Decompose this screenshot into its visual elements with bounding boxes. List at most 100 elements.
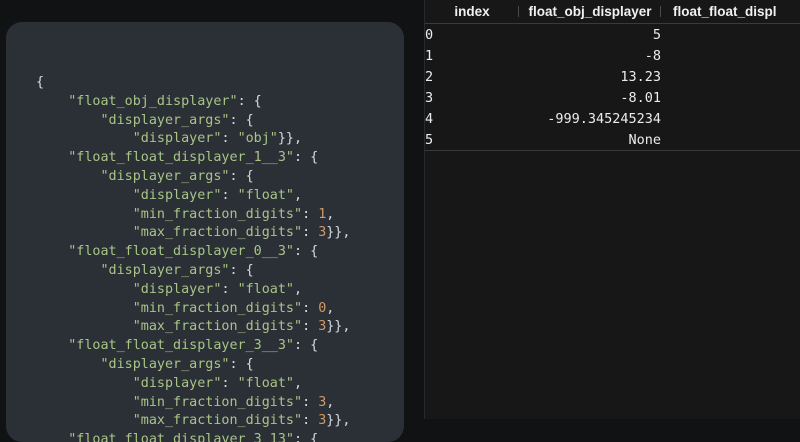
code-punct bbox=[36, 301, 133, 316]
code-string: "float" bbox=[237, 281, 294, 297]
code-line: "displayer_args": { bbox=[36, 357, 254, 372]
code-punct: , bbox=[294, 187, 303, 203]
code-punct bbox=[36, 94, 68, 109]
code-line: "min_fraction_digits": 0, bbox=[36, 300, 335, 316]
code-line: "max_fraction_digits": 3}}, bbox=[36, 225, 351, 241]
code-string: "max_fraction_digits" bbox=[132, 413, 303, 429]
code-punct: : bbox=[302, 413, 319, 429]
code-line: "float_float_displayer_1__3": { bbox=[36, 150, 318, 165]
code-punct: : bbox=[221, 281, 238, 297]
code-string: "float_float_displayer_3__3" bbox=[68, 338, 294, 354]
table-row[interactable]: 3 -8.01 bbox=[425, 87, 800, 108]
index-cell: 2 bbox=[425, 68, 434, 85]
float-obj-displayer-cell: -8.01 bbox=[620, 89, 661, 106]
code-string: "min_fraction_digits" bbox=[132, 394, 303, 410]
code-punct: }}, bbox=[326, 319, 351, 335]
code-string: "displayer" bbox=[132, 131, 222, 147]
code-line: "displayer_args": { bbox=[36, 169, 254, 184]
code-punct bbox=[36, 432, 68, 442]
code-line: "float_float_displayer_3_13": { bbox=[36, 432, 318, 442]
float-obj-displayer-cell: -999.345245234 bbox=[547, 110, 661, 127]
float-float-displayer-cell bbox=[661, 45, 800, 66]
index-cell: 4 bbox=[425, 110, 434, 127]
code-string: "float_float_displayer_3_13" bbox=[68, 432, 294, 442]
code-string: "float_float_displayer_1__3" bbox=[68, 150, 294, 166]
json-code-block: { "float_obj_displayer": { "displayer_ar… bbox=[36, 74, 350, 442]
code-punct bbox=[36, 376, 133, 391]
code-punct: : { bbox=[293, 432, 319, 442]
code-punct: : { bbox=[229, 262, 254, 278]
code-line: "displayer_args": { bbox=[36, 263, 254, 278]
float-obj-displayer-cell: None bbox=[519, 129, 661, 151]
code-punct: : bbox=[302, 300, 319, 316]
code-panel: { "float_obj_displayer": { "displayer_ar… bbox=[6, 22, 404, 442]
code-line: "displayer": "float", bbox=[36, 188, 302, 203]
column-header-float-obj-displayer[interactable]: float_obj_displayer bbox=[519, 0, 661, 24]
code-punct bbox=[36, 263, 101, 278]
code-string: "displayer_args" bbox=[100, 262, 230, 278]
code-punct bbox=[36, 413, 133, 428]
code-punct: : bbox=[302, 225, 319, 241]
index-cell: 1 bbox=[425, 47, 434, 64]
code-string: "float" bbox=[237, 375, 294, 391]
code-punct: : { bbox=[229, 112, 254, 128]
float-obj-displayer-cell: -8 bbox=[644, 47, 661, 64]
code-punct: }}, bbox=[277, 131, 303, 147]
index-cell: 5 bbox=[425, 129, 519, 151]
table-header-row: index float_obj_displayer float_float_di… bbox=[425, 0, 800, 24]
code-string: "min_fraction_digits" bbox=[132, 206, 303, 222]
column-header-index[interactable]: index bbox=[425, 0, 519, 24]
float-float-displayer-cell bbox=[661, 129, 800, 151]
code-punct: }}, bbox=[326, 225, 351, 241]
table-row[interactable]: 5 None bbox=[425, 129, 800, 151]
code-line: "displayer_args": { bbox=[36, 113, 254, 128]
code-punct: : bbox=[302, 394, 319, 410]
code-punct bbox=[36, 395, 133, 410]
code-punct: , bbox=[326, 206, 335, 222]
table-row[interactable]: 4 -999.345245234 bbox=[425, 108, 800, 129]
code-punct bbox=[36, 319, 133, 334]
code-line: "max_fraction_digits": 3}}, bbox=[36, 319, 351, 335]
table-row[interactable]: 1 -8 bbox=[425, 45, 800, 66]
code-punct bbox=[36, 282, 133, 297]
code-punct: : bbox=[221, 187, 238, 203]
code-line: "displayer": "float", bbox=[36, 376, 302, 391]
code-punct: : { bbox=[237, 93, 262, 109]
code-punct bbox=[36, 357, 101, 372]
code-punct: : bbox=[221, 375, 238, 391]
code-punct: : { bbox=[293, 338, 319, 354]
code-punct: { bbox=[36, 75, 45, 90]
code-line: "min_fraction_digits": 1, bbox=[36, 206, 335, 222]
code-line: "min_fraction_digits": 3, bbox=[36, 394, 335, 410]
code-punct: , bbox=[326, 394, 335, 410]
index-cell: 3 bbox=[425, 89, 434, 106]
table-row[interactable]: 2 13.23 bbox=[425, 66, 800, 87]
float-float-displayer-cell bbox=[661, 66, 800, 87]
code-punct bbox=[36, 244, 68, 259]
code-line: "displayer": "float", bbox=[36, 282, 302, 297]
code-punct: , bbox=[326, 300, 335, 316]
code-string: "float" bbox=[237, 187, 294, 203]
code-line: "float_obj_displayer": { bbox=[36, 94, 262, 109]
code-string: "min_fraction_digits" bbox=[132, 300, 303, 316]
code-punct: , bbox=[294, 375, 303, 391]
code-string: "float_float_displayer_0__3" bbox=[68, 244, 294, 260]
code-line: { bbox=[36, 75, 44, 90]
code-line: "displayer": "obj"}}, bbox=[36, 131, 302, 146]
code-punct: : { bbox=[229, 168, 254, 184]
code-punct: }}, bbox=[326, 413, 351, 429]
index-cell: 0 bbox=[425, 26, 434, 43]
code-string: "obj" bbox=[237, 131, 278, 147]
code-punct: , bbox=[294, 281, 303, 297]
code-punct: : { bbox=[293, 150, 319, 166]
code-punct: : { bbox=[229, 356, 254, 372]
column-header-float-float-displayer[interactable]: float_float_displ bbox=[661, 0, 800, 24]
code-punct bbox=[36, 225, 133, 240]
code-punct: : { bbox=[293, 244, 319, 260]
code-punct: : bbox=[302, 319, 319, 335]
table-row[interactable]: 05 bbox=[425, 24, 800, 46]
code-string: "displayer" bbox=[132, 375, 222, 391]
code-punct bbox=[36, 131, 133, 146]
code-string: "displayer_args" bbox=[100, 112, 230, 128]
code-string: "displayer_args" bbox=[100, 168, 230, 184]
